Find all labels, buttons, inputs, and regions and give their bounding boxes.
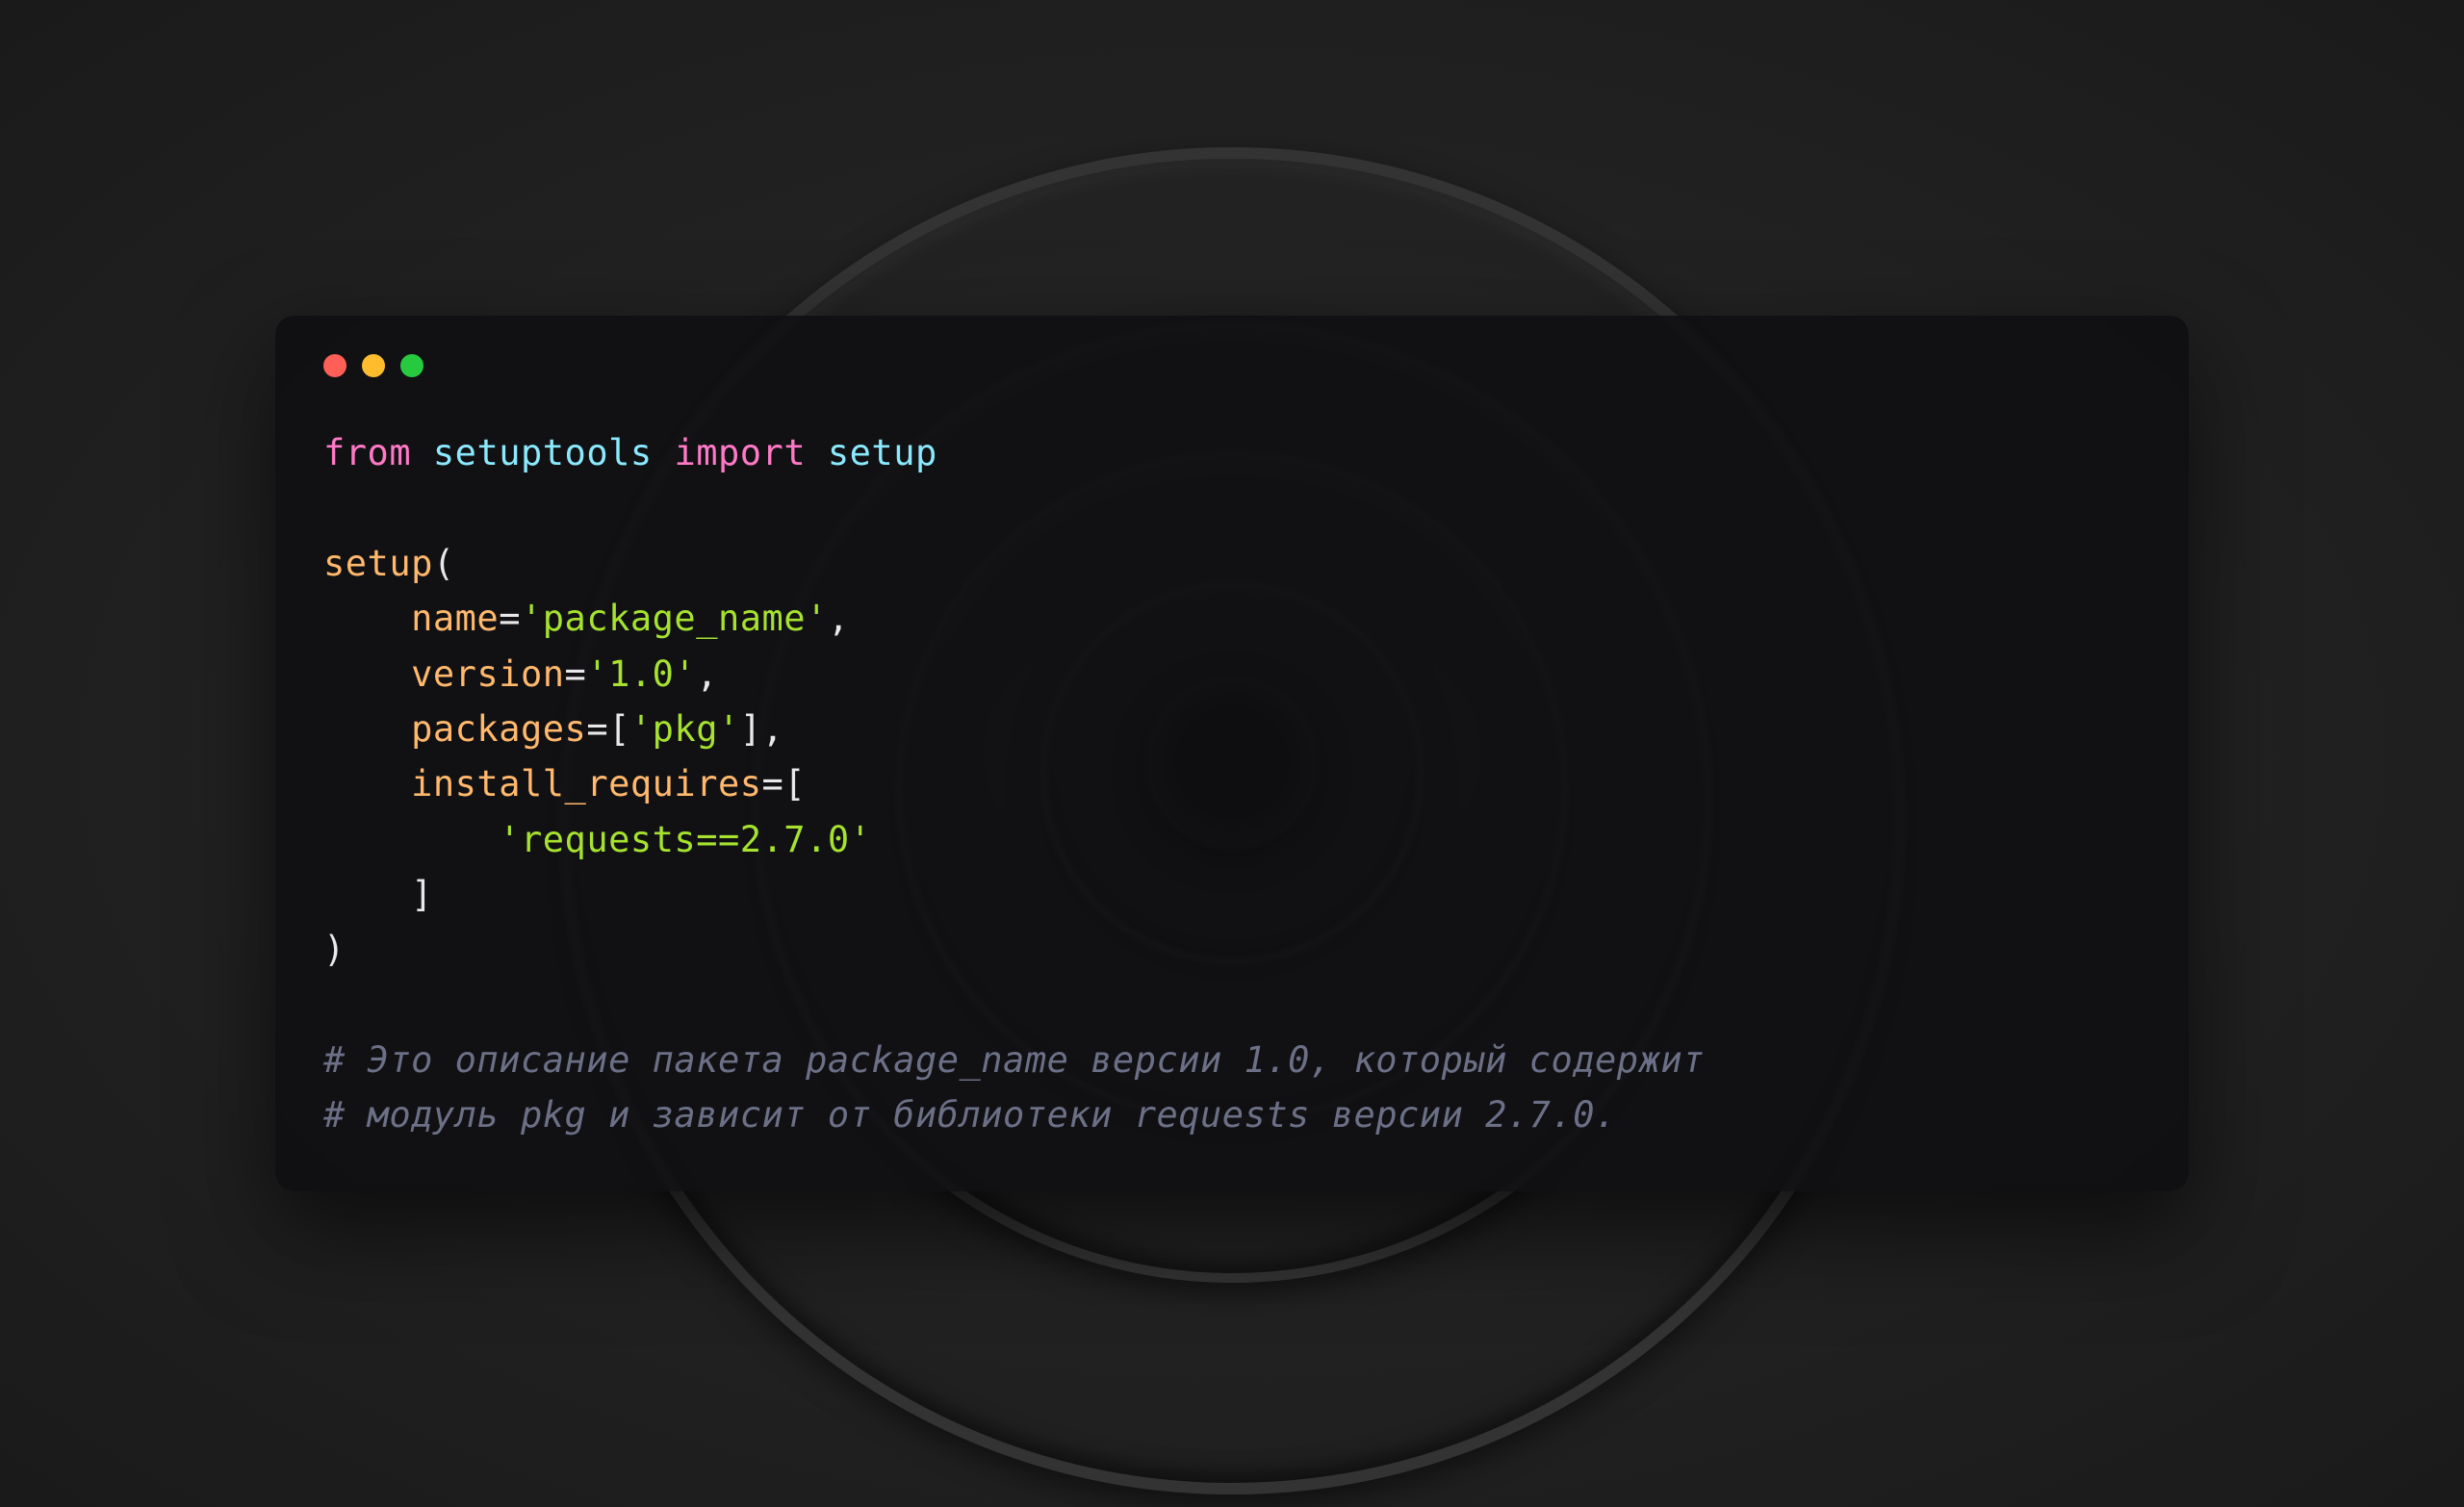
comma: , — [828, 598, 850, 639]
comment-line: # модуль pkg и зависит от библиотеки req… — [323, 1094, 1617, 1136]
paren-open: ( — [433, 543, 455, 584]
string-literal: 'package_name' — [521, 598, 828, 639]
param-name: name — [411, 598, 499, 639]
close-icon[interactable] — [323, 354, 346, 377]
param-version: version — [411, 653, 564, 695]
import-name: setup — [828, 432, 937, 473]
function-call: setup — [323, 543, 433, 584]
code-editor-window: from setuptools import setup setup( name… — [275, 316, 2189, 1190]
comma: , — [762, 708, 784, 750]
maximize-icon[interactable] — [400, 354, 424, 377]
bracket-close: ] — [740, 708, 762, 750]
comma: , — [696, 653, 718, 695]
param-packages: packages — [411, 708, 586, 750]
keyword-from: from — [323, 432, 411, 473]
window-controls — [323, 354, 2141, 377]
bracket-open: [ — [608, 708, 630, 750]
comment-line: # Это описание пакета package_name верси… — [323, 1039, 1705, 1081]
bracket-close: ] — [411, 874, 433, 915]
module-name: setuptools — [433, 432, 653, 473]
equals: = — [586, 708, 608, 750]
equals: = — [565, 653, 587, 695]
string-literal: 'pkg' — [630, 708, 740, 750]
equals: = — [499, 598, 521, 639]
minimize-icon[interactable] — [362, 354, 385, 377]
string-literal: 'requests==2.7.0' — [499, 819, 871, 860]
paren-close: ) — [323, 929, 346, 970]
param-install-requires: install_requires — [411, 763, 761, 805]
keyword-import: import — [674, 432, 806, 473]
equals: = — [762, 763, 784, 805]
code-content[interactable]: from setuptools import setup setup( name… — [323, 425, 2141, 1142]
string-literal: '1.0' — [586, 653, 696, 695]
bracket-open: [ — [783, 763, 806, 805]
